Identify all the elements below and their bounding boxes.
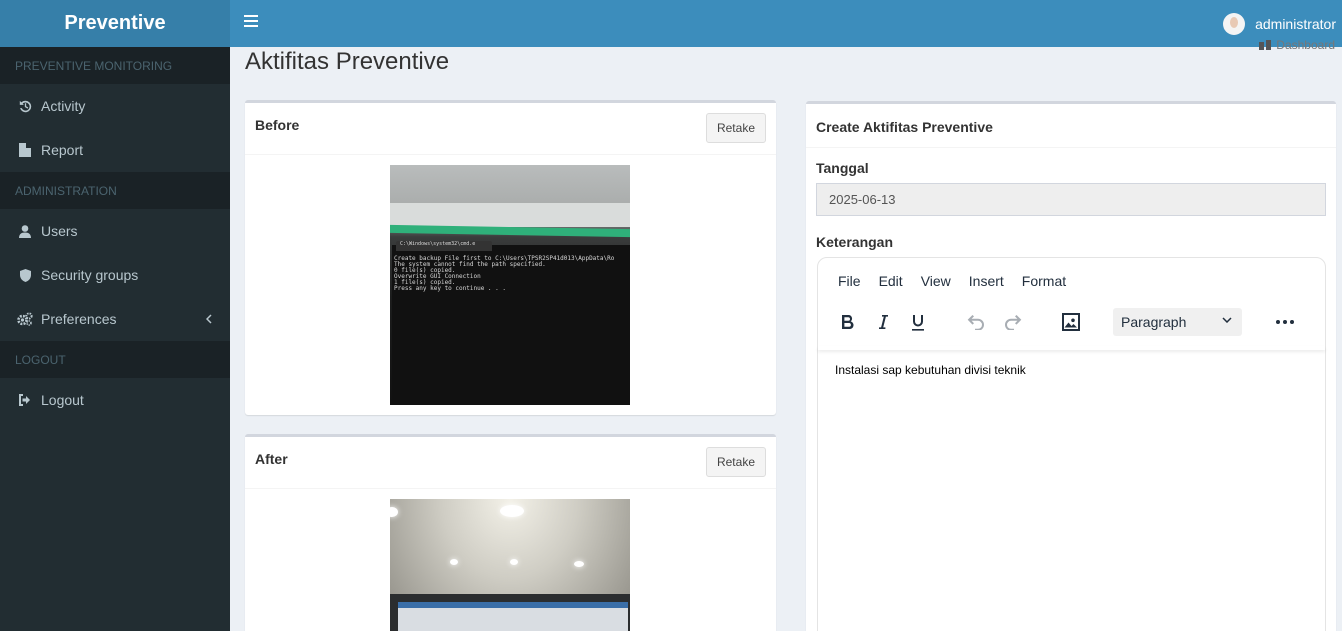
ceiling-light [574,561,584,567]
sidebar-item-label: Logout [41,392,84,408]
redo-icon[interactable] [1001,310,1025,334]
before-box-header: Before Retake [245,103,776,155]
section-header-preventive-monitoring: PREVENTIVE MONITORING [0,47,230,84]
monitor-titlebar [398,602,628,608]
sidebar-item-users[interactable]: Users [0,209,230,253]
sidebar-item-report[interactable]: Report [0,128,230,172]
sidebar-item-activity[interactable]: Activity [0,84,230,128]
insert-image-icon[interactable] [1059,310,1083,334]
editor-menubar: File Edit View Insert Format [838,273,1084,289]
italic-icon[interactable] [871,310,895,334]
create-form-box: Create Aktifitas Preventive Tanggal 2025… [806,101,1336,631]
menu-insert[interactable]: Insert [969,273,1004,289]
after-box-header: After Retake [245,437,776,489]
sidebar-item-label: Report [41,142,84,158]
shield-icon [17,267,33,283]
sidebar-item-label: Preferences [41,311,117,327]
after-title: After [255,451,288,467]
before-photo: C:\Windows\system32\cmd.e Create backup … [390,165,630,405]
menu-edit[interactable]: Edit [879,273,903,289]
more-icon[interactable] [1273,310,1297,334]
ceiling-light [500,505,524,517]
keterangan-label: Keterangan [816,234,894,250]
section-header-logout: LOGOUT [0,341,230,378]
chevron-down-icon [1222,317,1232,323]
history-icon [17,98,33,114]
undo-icon[interactable] [964,310,988,334]
sign-out-icon [17,392,33,408]
page-title: Aktifitas Preventive [245,48,450,75]
username: administrator [1255,15,1336,32]
terminal-tab: C:\Windows\system32\cmd.e [396,241,492,251]
after-photo [390,499,630,631]
sidebar-item-preferences[interactable]: Preferences [0,297,230,341]
underline-icon[interactable] [906,310,930,334]
block-format-select[interactable]: Paragraph [1113,308,1242,336]
section-header-administration: ADMINISTRATION [0,172,230,209]
after-box: After Retake [245,434,776,631]
editor-content[interactable]: Instalasi sap kebutuhan divisi teknik [835,363,1026,377]
create-form-title: Create Aktifitas Preventive [816,119,993,135]
tanggal-input[interactable]: 2025-06-13 [816,183,1326,216]
menu-format[interactable]: Format [1022,273,1066,289]
monitor-bezel [390,203,630,227]
app-logo[interactable]: Preventive [0,0,230,47]
block-format-value: Paragraph [1121,314,1187,330]
tanggal-label: Tanggal [816,160,869,176]
menu-view[interactable]: View [921,273,951,289]
sidebar-item-security-groups[interactable]: Security groups [0,253,230,297]
retake-before-button[interactable]: Retake [705,113,766,143]
sidebar-toggle-icon[interactable] [244,15,258,27]
sidebar-item-label: Activity [41,98,86,114]
sidebar-item-label: Users [41,223,78,239]
breadcrumb-dashboard[interactable]: Dashboard [1276,38,1335,52]
sidebar-item-label: Security groups [41,267,139,283]
terminal-line: Press any key to continue . . . [394,285,506,292]
dashboard-icon [1259,40,1272,50]
ceiling-light [510,559,518,565]
sidebar-item-logout[interactable]: Logout [0,378,230,422]
before-box: Before Retake C:\Windows\system32\cmd.e … [245,100,776,415]
breadcrumb[interactable]: Dashboard [1259,38,1335,52]
avatar [1223,12,1246,35]
top-navbar: administrator [230,0,1342,47]
user-icon [17,223,33,239]
chevron-left-icon [205,311,212,327]
create-form-header: Create Aktifitas Preventive [806,104,1336,148]
bold-icon[interactable] [836,310,860,334]
gears-icon [17,311,33,327]
ceiling-light [450,559,458,565]
retake-after-button[interactable]: Retake [705,447,766,477]
ceiling-light [390,507,398,517]
menu-file[interactable]: File [838,273,861,289]
sidebar: Preventive PREVENTIVE MONITORING Activit… [0,0,230,631]
before-title: Before [255,117,300,133]
rich-text-editor: File Edit View Insert Format Paragraph I… [817,257,1326,631]
toolbar-divider [818,346,1325,350]
file-icon [17,142,33,158]
